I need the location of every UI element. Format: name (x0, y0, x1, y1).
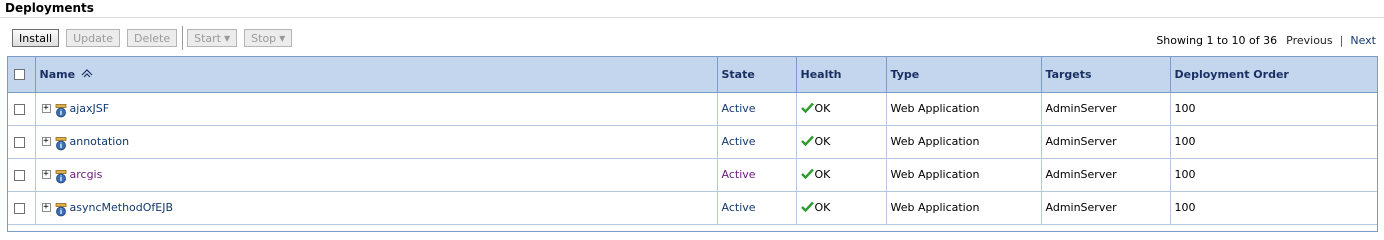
column-header-type[interactable]: Type (886, 57, 1042, 93)
start-button-label: Start (194, 31, 221, 45)
web-application-icon (55, 169, 66, 183)
targets-cell: AdminServer (1041, 158, 1171, 192)
deployment-name-link[interactable]: annotation (70, 135, 130, 148)
type-cell: Web Application (886, 158, 1042, 192)
state-cell: Active (717, 191, 797, 225)
health-cell: OK (796, 125, 887, 159)
delete-button[interactable]: Delete (126, 29, 178, 47)
name-cell: + arcgis (35, 158, 718, 192)
web-application-icon (55, 103, 66, 117)
state-link[interactable]: Active (722, 135, 756, 148)
row-checkbox[interactable] (14, 202, 25, 214)
previous-page-link[interactable]: Previous (1286, 34, 1333, 47)
pagination-separator: | (1339, 34, 1344, 47)
name-cell: + ajaxJSF (35, 92, 718, 126)
deployment-name-link[interactable]: arcgis (70, 168, 103, 181)
deployment-order-cell: 100 (1170, 92, 1377, 126)
stop-dropdown-button[interactable]: Stop ▼ (244, 29, 293, 47)
column-header-targets[interactable]: Targets (1041, 57, 1171, 93)
table-row: + ajaxJSF Active OK Web Application Admi… (8, 92, 1377, 126)
page-title: Deployments (5, 1, 94, 15)
type-cell: Web Application (886, 191, 1042, 225)
name-cell: + annotation (35, 125, 718, 159)
state-cell: Active (717, 158, 797, 192)
targets-cell: AdminServer (1041, 92, 1171, 126)
install-button[interactable]: Install (12, 29, 60, 47)
row-checkbox[interactable] (14, 136, 25, 148)
expand-icon[interactable]: + (41, 137, 51, 146)
deployments-table: Name State Health Type Targets Deploymen… (7, 56, 1378, 232)
targets-cell: AdminServer (1041, 191, 1171, 225)
select-all-cell (8, 57, 36, 93)
state-link[interactable]: Active (722, 102, 756, 115)
expand-icon[interactable]: + (41, 104, 51, 113)
row-checkbox[interactable] (14, 169, 25, 181)
pagination: Showing 1 to 10 of 36 Previous | Next (1156, 34, 1376, 47)
health-text: OK (814, 102, 831, 115)
state-cell: Active (717, 125, 797, 159)
stop-button-label: Stop (251, 31, 277, 45)
expand-icon[interactable]: + (41, 203, 51, 212)
column-header-state[interactable]: State (717, 57, 797, 93)
deployments-toolbar: Install Update Delete Start ▼ Stop ▼ (12, 26, 299, 50)
row-checkbox[interactable] (14, 103, 25, 115)
state-cell: Active (717, 92, 797, 126)
row-select-cell (8, 125, 36, 159)
web-application-icon (55, 136, 66, 150)
name-cell: + asyncMethodOfEJB (35, 191, 718, 225)
deployment-order-cell: 100 (1170, 125, 1377, 159)
table-row: + arcgis Active OK Web Application Admin… (8, 158, 1377, 192)
health-cell: OK (796, 92, 887, 126)
toolbar-separator (182, 26, 184, 50)
health-cell: OK (796, 158, 887, 192)
update-button[interactable]: Update (66, 29, 120, 47)
chevron-down-icon: ▼ (224, 33, 231, 43)
row-select-cell (8, 158, 36, 192)
row-select-cell (8, 92, 36, 126)
expand-icon[interactable]: + (41, 170, 51, 179)
state-link[interactable]: Active (722, 168, 756, 181)
state-link[interactable]: Active (722, 201, 756, 214)
health-text: OK (814, 201, 831, 214)
type-cell: Web Application (886, 92, 1042, 126)
ok-check-icon (800, 201, 814, 212)
chevron-down-icon: ▼ (279, 33, 286, 43)
type-cell: Web Application (886, 125, 1042, 159)
select-all-checkbox[interactable] (14, 69, 25, 81)
ok-check-icon (800, 135, 814, 146)
sort-ascending-icon[interactable] (81, 68, 93, 78)
row-select-cell (8, 191, 36, 225)
table-header-row: Name State Health Type Targets Deploymen… (8, 57, 1377, 93)
deployment-order-cell: 100 (1170, 158, 1377, 192)
title-divider (0, 17, 1384, 18)
deployment-name-link[interactable]: asyncMethodOfEJB (70, 201, 174, 214)
table-row: + annotation Active OK Web Application A… (8, 125, 1377, 159)
targets-cell: AdminServer (1041, 125, 1171, 159)
column-header-deployment-order[interactable]: Deployment Order (1170, 57, 1377, 93)
pagination-status: Showing 1 to 10 of 36 (1156, 34, 1278, 47)
web-application-icon (55, 202, 66, 216)
next-page-link[interactable]: Next (1350, 34, 1376, 47)
table-row: + asyncMethodOfEJB Active OK Web Applica… (8, 191, 1377, 225)
column-header-health[interactable]: Health (796, 57, 887, 93)
health-text: OK (814, 168, 831, 181)
ok-check-icon (800, 102, 814, 113)
start-dropdown-button[interactable]: Start ▼ (187, 29, 238, 47)
health-text: OK (814, 135, 831, 148)
column-header-name[interactable]: Name (35, 57, 718, 93)
deployment-order-cell: 100 (1170, 191, 1377, 225)
column-header-name-label: Name (39, 67, 76, 81)
ok-check-icon (800, 168, 814, 179)
deployment-name-link[interactable]: ajaxJSF (70, 102, 110, 115)
health-cell: OK (796, 191, 887, 225)
